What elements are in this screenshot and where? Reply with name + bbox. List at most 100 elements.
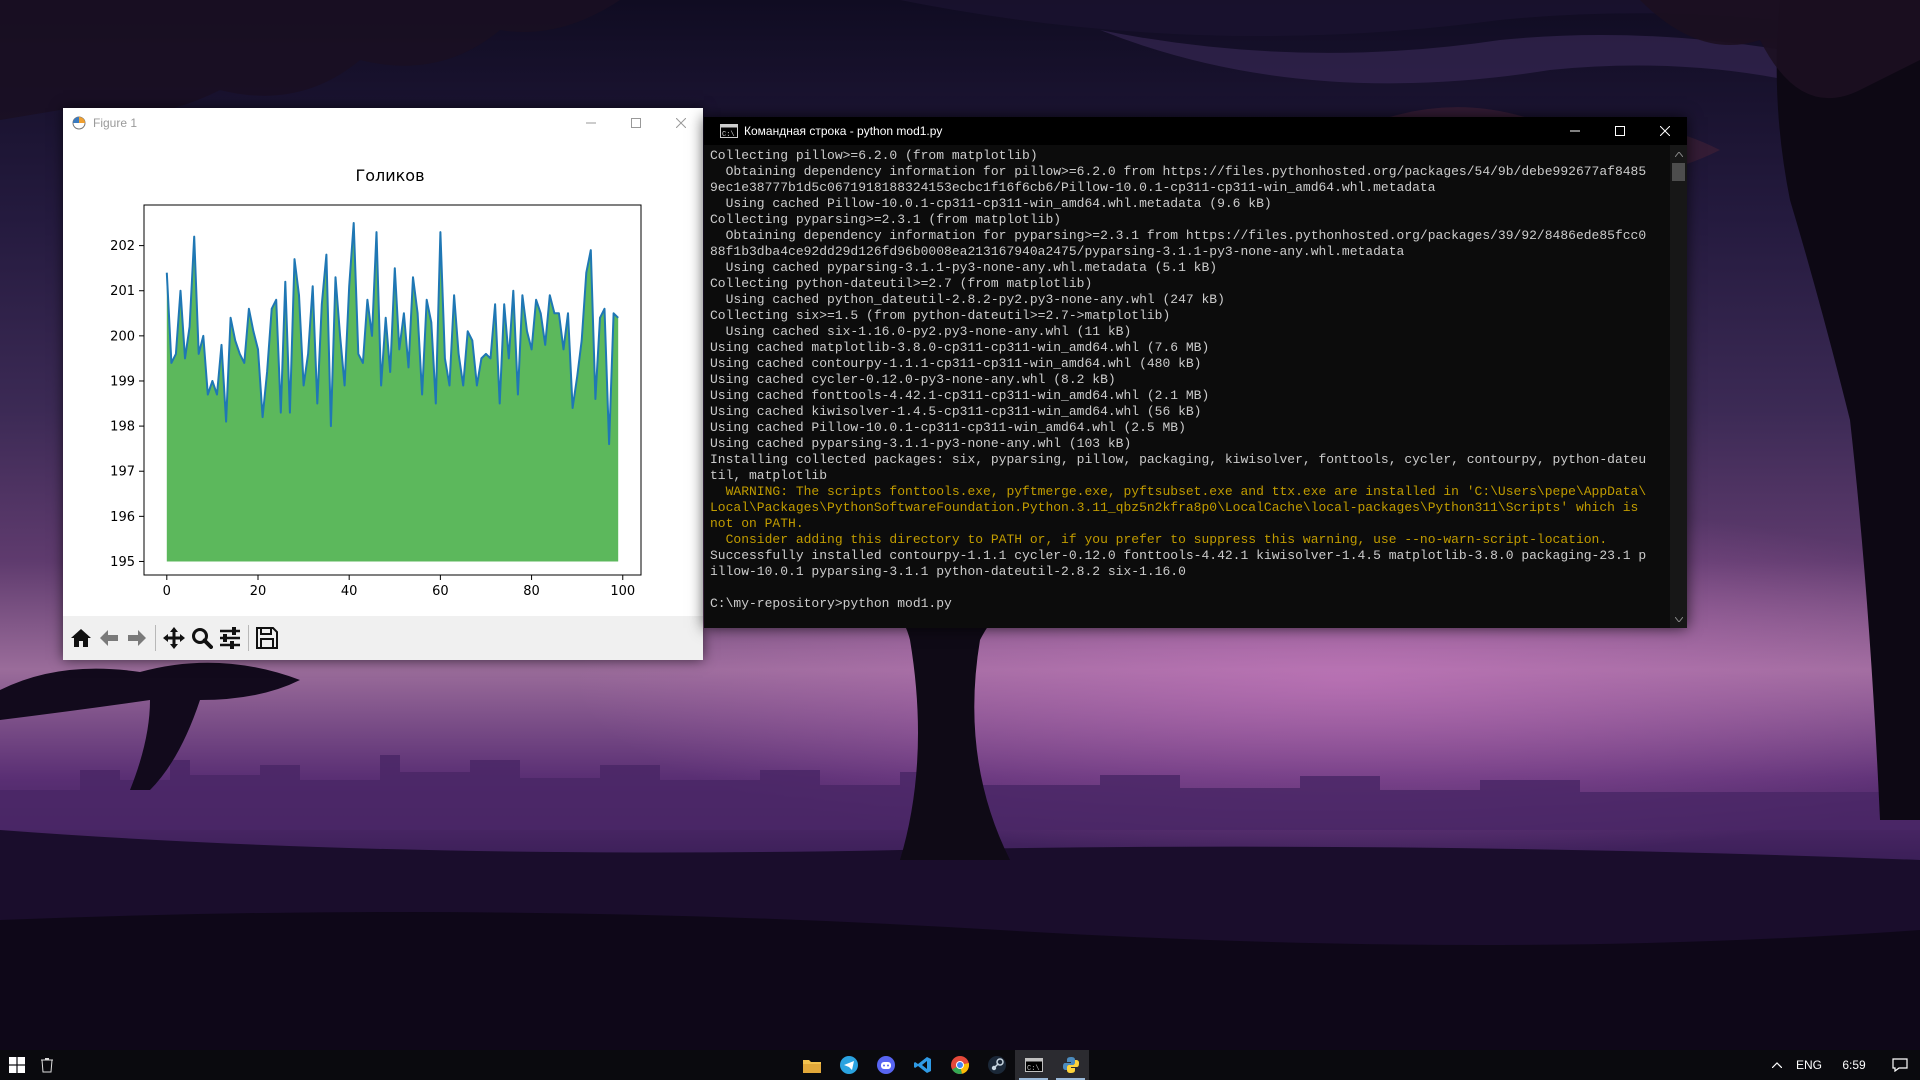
forward-button[interactable] xyxy=(123,623,151,653)
y-tick-label: 198 xyxy=(110,420,135,435)
console-line: Using cached python_dateutil-2.8.2-py2.p… xyxy=(710,292,1225,307)
console-line: Successfully installed contourpy-1.1.1 c… xyxy=(710,548,1647,563)
minimize-button[interactable] xyxy=(568,108,613,138)
notifications-button[interactable] xyxy=(1880,1050,1920,1080)
taskbar-cmd[interactable]: C:\ xyxy=(1015,1050,1052,1080)
start-icon xyxy=(9,1057,25,1073)
console-line: C:\my-repository>python mod1.py xyxy=(710,596,952,611)
console-maximize-button[interactable] xyxy=(1597,117,1642,145)
file-explorer-icon xyxy=(802,1059,821,1073)
console-window: C:\ Командная строка - python mod1.py Co… xyxy=(704,117,1687,628)
recycle-bin-icon xyxy=(41,1058,53,1073)
discord-icon xyxy=(876,1056,895,1074)
scroll-up-arrow-icon[interactable] xyxy=(1670,147,1687,161)
maximize-icon xyxy=(630,118,641,128)
pan-icon xyxy=(163,627,185,649)
svg-text:C:\: C:\ xyxy=(722,131,735,138)
notification-icon xyxy=(1892,1058,1908,1072)
pan-button[interactable] xyxy=(160,623,188,653)
figure-titlebar[interactable]: Figure 1 xyxy=(63,108,703,138)
console-line: WARNING: The scripts fonttools.exe, pyft… xyxy=(710,484,1647,499)
console-line: Obtaining dependency information for pyp… xyxy=(710,228,1647,243)
forward-icon xyxy=(128,630,146,646)
y-tick-label: 196 xyxy=(110,510,135,525)
console-line: Collecting python-dateutil>=2.7 (from ma… xyxy=(710,276,1093,291)
taskbar-steam[interactable] xyxy=(978,1050,1015,1080)
zoom-button[interactable] xyxy=(188,623,216,653)
y-tick-label: 195 xyxy=(110,555,135,570)
scroll-down-arrow-icon[interactable] xyxy=(1670,612,1687,626)
tray-overflow-button[interactable] xyxy=(1764,1050,1790,1080)
minimize-icon xyxy=(1569,130,1580,132)
console-line: Installing collected packages: six, pypa… xyxy=(710,452,1647,467)
console-line: Collecting pillow>=6.2.0 (from matplotli… xyxy=(710,148,1038,163)
x-tick-label: 0 xyxy=(163,584,171,599)
y-tick-label: 202 xyxy=(110,239,135,254)
figure-toolbar xyxy=(63,616,703,660)
taskbar-chrome[interactable] xyxy=(941,1050,978,1080)
recycle-bin-button[interactable] xyxy=(34,1050,60,1080)
language-indicator[interactable]: ENG xyxy=(1790,1050,1828,1080)
taskbar-vscode[interactable] xyxy=(904,1050,941,1080)
console-line: Using cached contourpy-1.1.1-cp311-cp311… xyxy=(710,356,1202,371)
console-line: Using cached cycler-0.12.0-py3-none-any.… xyxy=(710,372,1116,387)
x-tick-label: 40 xyxy=(341,584,358,599)
console-minimize-button[interactable] xyxy=(1552,117,1597,145)
console-line: Collecting six>=1.5 (from python-dateuti… xyxy=(710,308,1171,323)
console-line: Collecting pyparsing>=2.3.1 (from matplo… xyxy=(710,212,1062,227)
taskbar-python[interactable] xyxy=(1052,1050,1089,1080)
console-line: Using cached fonttools-4.42.1-cp311-cp31… xyxy=(710,388,1210,403)
save-button[interactable] xyxy=(253,623,281,653)
y-tick-label: 201 xyxy=(110,284,135,299)
telegram-icon xyxy=(839,1056,858,1074)
figure-canvas[interactable]: Голиков 0 20 40 60 80 100 195 196 197 198 199 200 20… xyxy=(63,138,703,616)
console-line: Using cached kiwisolver-1.4.5-cp311-cp31… xyxy=(710,404,1202,419)
vscode-icon xyxy=(913,1057,931,1073)
console-line: Consider adding this directory to PATH o… xyxy=(710,532,1608,547)
maximize-button[interactable] xyxy=(613,108,658,138)
clock[interactable]: 6:59 xyxy=(1828,1050,1880,1080)
matplotlib-icon xyxy=(71,115,87,131)
home-icon xyxy=(71,629,91,647)
figure-title: Figure 1 xyxy=(93,116,138,130)
taskbar-file-explorer[interactable] xyxy=(793,1050,830,1080)
console-output[interactable]: Collecting pillow>=6.2.0 (from matplotli… xyxy=(710,148,1670,624)
taskbar-discord[interactable] xyxy=(867,1050,904,1080)
taskbar-apps: C:\ xyxy=(793,1050,1089,1080)
home-button[interactable] xyxy=(67,623,95,653)
x-tick-label: 100 xyxy=(610,584,635,599)
x-tick-label: 60 xyxy=(432,584,449,599)
y-tick-label: 199 xyxy=(110,374,135,389)
configure-button[interactable] xyxy=(216,623,244,653)
x-tick-label: 20 xyxy=(250,584,267,599)
cmd-icon: C:\ xyxy=(1024,1058,1043,1072)
console-line: Using cached pyparsing-3.1.1-py3-none-an… xyxy=(710,260,1218,275)
taskbar-telegram[interactable] xyxy=(830,1050,867,1080)
toolbar-separator xyxy=(155,625,156,651)
maximize-icon xyxy=(1614,126,1625,136)
console-titlebar[interactable]: C:\ Командная строка - python mod1.py xyxy=(704,117,1687,145)
console-line: not on PATH. xyxy=(710,516,804,531)
console-line: illow-10.0.1 pyparsing-3.1.1 python-date… xyxy=(710,564,1186,579)
console-line: Local\Packages\PythonSoftwareFoundation.… xyxy=(710,500,1639,515)
console-line: Using cached Pillow-10.0.1-cp311-cp311-w… xyxy=(710,420,1186,435)
area-fill xyxy=(166,223,619,562)
back-button[interactable] xyxy=(95,623,123,653)
console-scrollbar[interactable] xyxy=(1670,145,1687,628)
close-icon xyxy=(675,118,686,128)
console-line: Using cached six-1.16.0-py2.py3-none-any… xyxy=(710,324,1132,339)
chrome-icon xyxy=(950,1056,969,1074)
console-line: 88f1b3dba4ce92dd29d126fd96b0008ea2131679… xyxy=(710,244,1405,259)
console-close-button[interactable] xyxy=(1642,117,1687,145)
system-tray: ENG 6:59 xyxy=(1764,1050,1920,1080)
scrollbar-thumb[interactable] xyxy=(1672,163,1685,181)
steam-icon xyxy=(987,1056,1006,1074)
start-button[interactable] xyxy=(0,1050,34,1080)
y-tick-label: 197 xyxy=(110,465,135,480)
console-line: Using cached pyparsing-3.1.1-py3-none-an… xyxy=(710,436,1132,451)
close-button[interactable] xyxy=(658,108,703,138)
configure-icon xyxy=(220,627,240,649)
chevron-up-icon xyxy=(1772,1062,1782,1068)
chart-title: Голиков xyxy=(355,166,424,185)
